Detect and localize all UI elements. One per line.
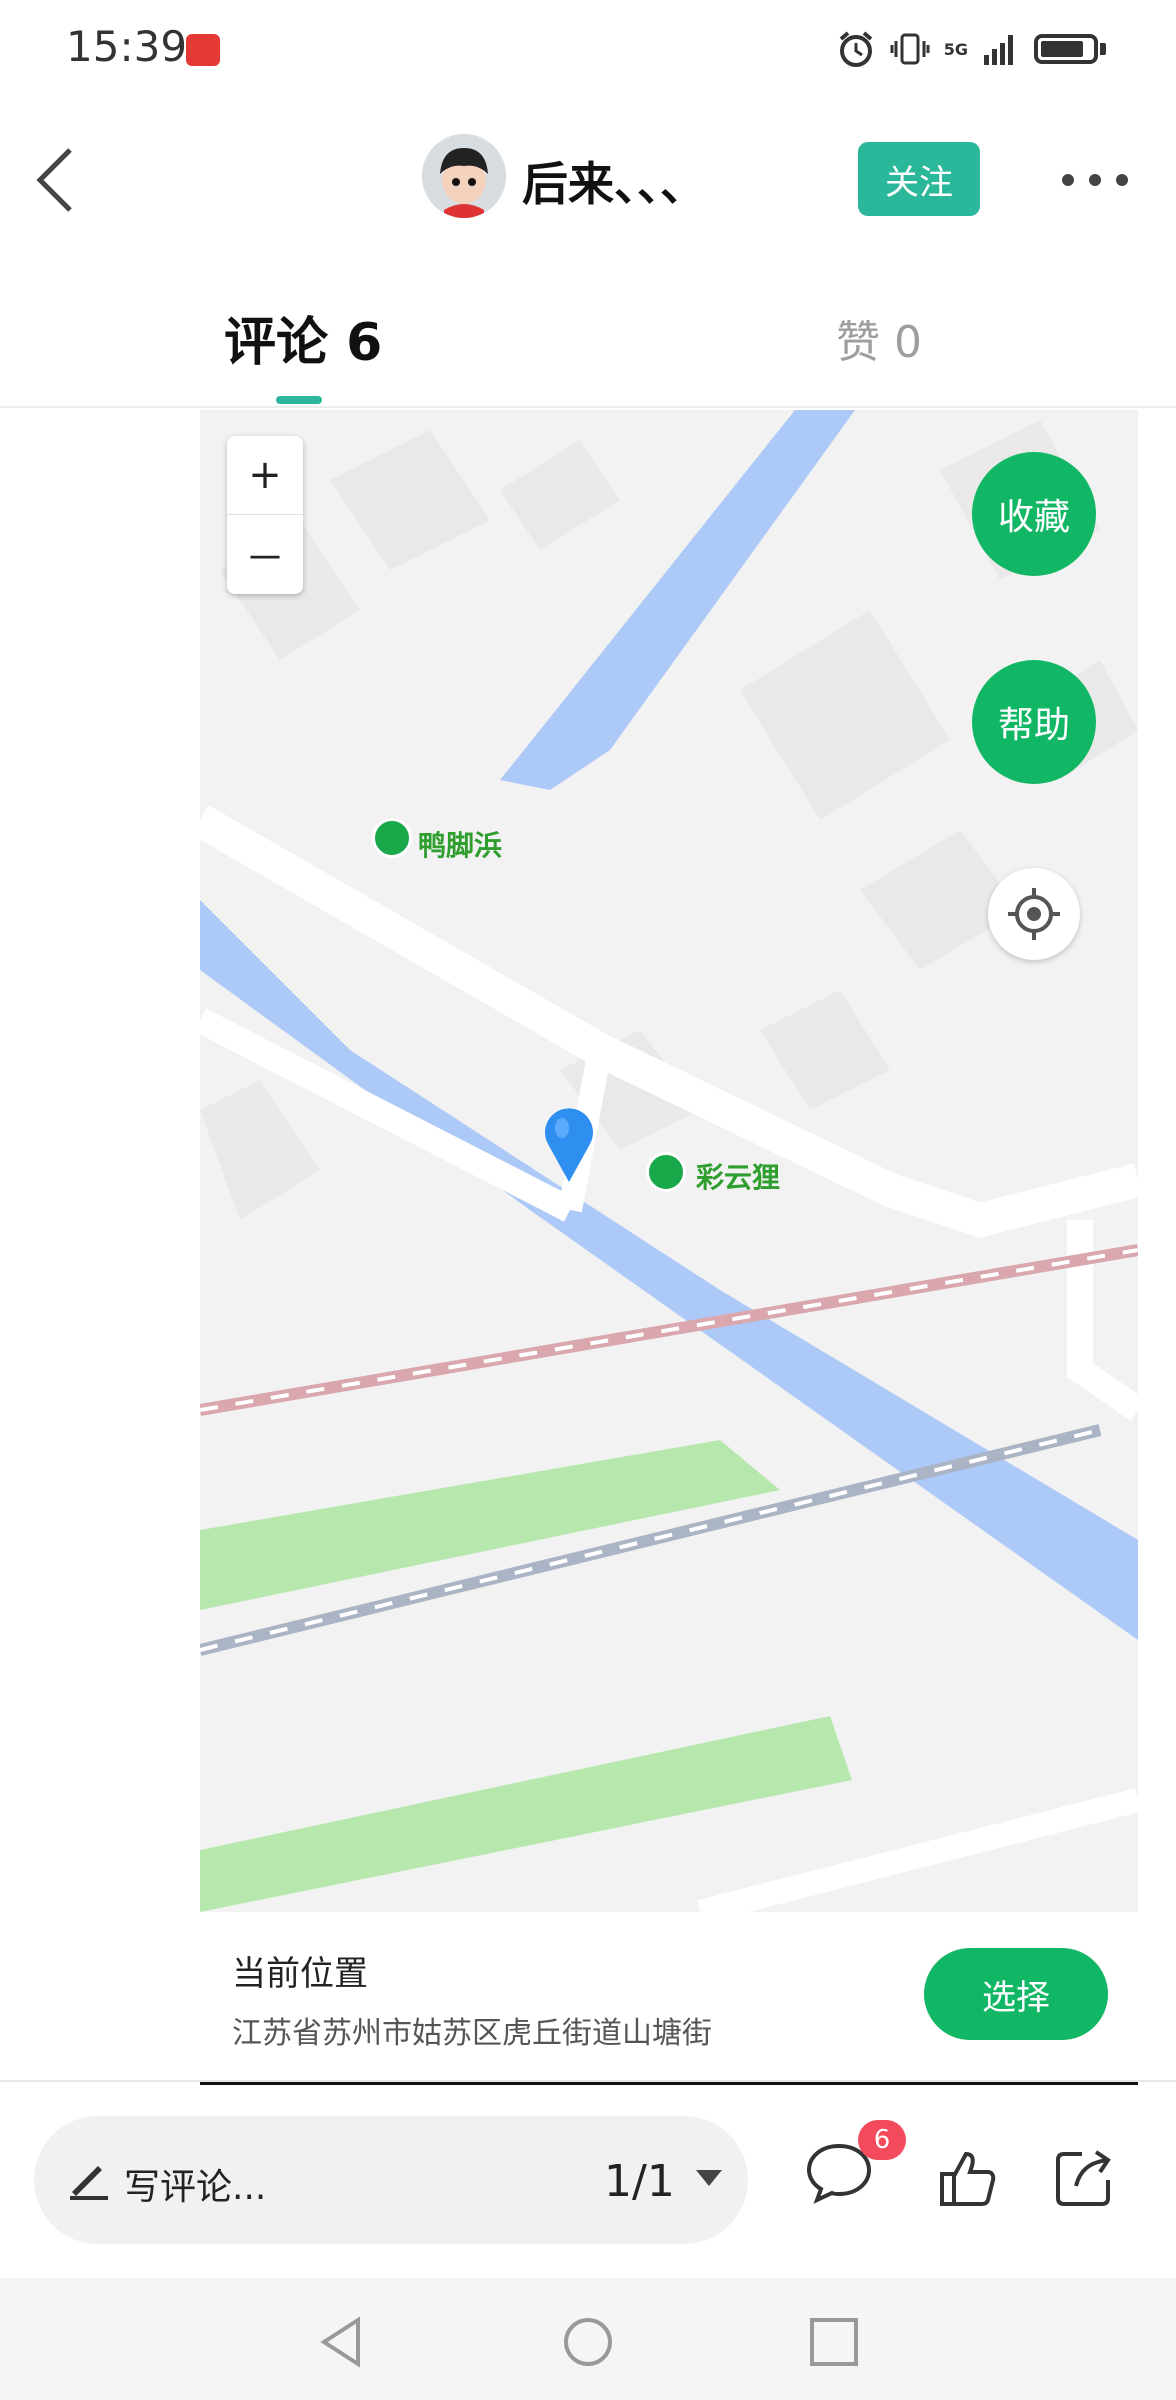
back-button[interactable] <box>30 140 90 220</box>
status-bar: 15:39 5G <box>0 0 1176 100</box>
share-icon[interactable] <box>1052 2146 1116 2214</box>
more-dot-icon <box>1116 174 1128 186</box>
nav-back-icon[interactable] <box>316 2314 366 2370</box>
signal-icon <box>984 35 1013 65</box>
poi-park-icon[interactable] <box>372 818 412 858</box>
vibrate-icon <box>890 33 930 65</box>
nav-recents-icon[interactable] <box>806 2314 862 2370</box>
zoom-in-button[interactable]: + <box>227 436 303 515</box>
dropdown-arrow-icon[interactable] <box>696 2170 722 2186</box>
back-arrow-icon <box>36 148 72 212</box>
more-options-button[interactable] <box>1062 160 1128 200</box>
battery-tip <box>1100 43 1106 55</box>
battery-icon <box>1034 34 1098 64</box>
comment-count-badge: 6 <box>858 2120 906 2160</box>
collect-button[interactable]: 收藏 <box>972 452 1096 576</box>
follow-button[interactable]: 关注 <box>858 142 980 216</box>
status-time: 15:39 <box>66 22 188 71</box>
alarm-icon <box>839 31 873 67</box>
location-title: 当前位置 <box>232 1954 368 1994</box>
poi-label-cai[interactable]: 彩云狸 <box>696 1156 780 1196</box>
bottom-divider <box>0 2080 1176 2082</box>
crosshair-icon <box>1008 888 1060 940</box>
network-label: 5G <box>943 39 968 59</box>
thumbs-up-icon[interactable] <box>936 2146 1000 2214</box>
location-address: 江苏省苏州市姑苏区虎丘街道山塘街 <box>232 2016 712 2051</box>
location-pin-icon[interactable] <box>540 1104 598 1188</box>
avatar-image <box>422 134 506 218</box>
system-navigation-bar <box>0 2278 1176 2400</box>
app-notification-icon <box>186 34 220 66</box>
more-dot-icon <box>1062 174 1074 186</box>
tab-likes[interactable]: 赞 0 <box>836 306 922 370</box>
avatar[interactable] <box>422 134 506 218</box>
status-icons: 5G <box>836 24 1106 74</box>
tab-comments[interactable]: 评论 6 <box>224 300 382 375</box>
zoom-out-button[interactable]: － <box>227 516 303 594</box>
map-marker-icon <box>545 1108 593 1182</box>
poi-park-icon[interactable] <box>646 1152 686 1192</box>
zoom-control: + － <box>227 436 303 594</box>
active-tab-indicator <box>276 396 322 404</box>
more-dot-icon <box>1089 174 1101 186</box>
page-indicator[interactable]: 1/1 <box>604 2156 675 2207</box>
select-button[interactable]: 选择 <box>924 1948 1108 2040</box>
tab-divider <box>0 406 1176 408</box>
comment-placeholder[interactable]: 写评论... <box>124 2158 266 2210</box>
nav-home-icon[interactable] <box>560 2314 616 2370</box>
pencil-icon <box>66 2154 112 2204</box>
username[interactable]: 后来、、、 <box>522 148 706 214</box>
poi-label-duck[interactable]: 鸭脚浜 <box>418 824 502 864</box>
locate-button[interactable] <box>988 868 1080 960</box>
help-button[interactable]: 帮助 <box>972 660 1096 784</box>
